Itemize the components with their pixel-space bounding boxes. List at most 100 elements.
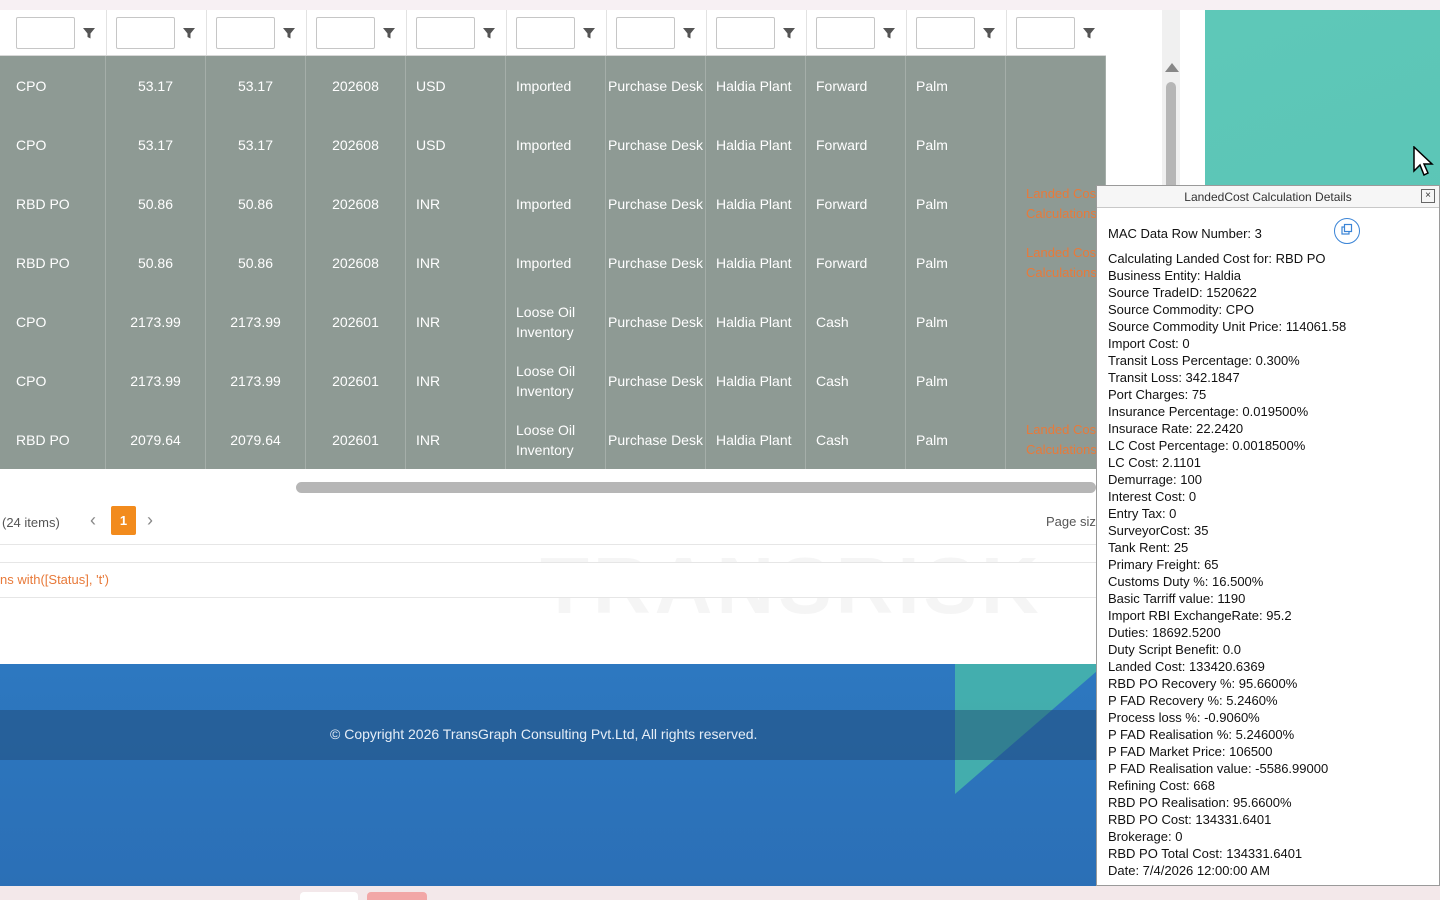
filter-expression-text[interactable]: ns with([Status], 't') [0, 572, 109, 587]
table-cell: INR [406, 292, 506, 351]
cell-text: Purchase Desk [608, 254, 703, 271]
table-row[interactable]: CPO 53.17 53.17 202608 USD Imported Purchase D… [0, 56, 1106, 115]
cell-text: 202608 [332, 195, 379, 212]
cell-text: 2079.64 [130, 431, 181, 448]
column-filter-input[interactable] [716, 17, 775, 49]
cell-text: Purchase Desk [608, 77, 703, 94]
cell-text: CPO [16, 372, 47, 389]
column-filter-input[interactable] [916, 17, 975, 49]
filter-icon[interactable] [182, 26, 196, 40]
table-row[interactable]: RBD PO 50.86 50.86 202608 INR Imported Purchas… [0, 174, 1106, 233]
column-filter-input[interactable] [616, 17, 675, 49]
table-cell: 202601 [306, 292, 406, 351]
table-cell: 50.86 [106, 233, 206, 292]
filter-icon[interactable] [982, 26, 996, 40]
popup-detail-line: Calculating Landed Cost for: RBD PO [1108, 251, 1326, 266]
horizontal-scrollbar-thumb[interactable] [296, 482, 1096, 493]
table-row[interactable]: RBD PO 2079.64 2079.64 202601 INR Loose Oil I… [0, 410, 1106, 469]
popup-detail-line: Import RBI ExchangeRate: 95.2 [1108, 608, 1292, 623]
column-filter-input[interactable] [416, 17, 475, 49]
column-filter-input[interactable] [316, 17, 375, 49]
table-cell: 202608 [306, 56, 406, 115]
popup-detail-line: Date: 7/4/2026 12:00:00 AM [1108, 863, 1270, 878]
cell-text: Haldia Plant [716, 254, 792, 271]
popup-detail-line: Duty Script Benefit: 0.0 [1108, 642, 1241, 657]
cell-text: USD [416, 136, 446, 153]
table-row[interactable]: CPO 2173.99 2173.99 202601 INR Loose Oil Inve… [0, 351, 1106, 410]
filter-expression-bar: ns with([Status], 't') [0, 562, 1100, 598]
column-filter-input[interactable] [216, 17, 275, 49]
column-filter-input[interactable] [516, 17, 575, 49]
filter-icon[interactable] [582, 26, 596, 40]
table-cell: Loose Oil Inventory [506, 410, 606, 469]
table-row[interactable]: CPO 2173.99 2173.99 202601 INR Loose Oil Inve… [0, 292, 1106, 351]
table-cell: RBD PO [0, 233, 106, 292]
filter-cell [406, 10, 507, 55]
column-filter-input[interactable] [116, 17, 175, 49]
popup-detail-line: P FAD Realisation %: 5.24600% [1108, 727, 1295, 742]
landed-cost-link[interactable]: Landed Cost Calculations [1016, 420, 1105, 460]
landed-cost-link[interactable]: Landed Cost Calculations [1016, 243, 1105, 283]
column-filter-input[interactable] [1016, 17, 1075, 49]
filter-icon[interactable] [82, 26, 96, 40]
filter-icon[interactable] [882, 26, 896, 40]
close-icon[interactable]: × [1421, 189, 1435, 203]
cell-text: INR [416, 254, 441, 271]
cell-text: Imported [516, 254, 572, 271]
column-filter-input[interactable] [16, 17, 75, 49]
popup-detail-line: Source Commodity: CPO [1108, 302, 1254, 317]
table-cell: INR [406, 174, 506, 233]
filter-row [0, 10, 1107, 56]
table-row[interactable]: RBD PO 50.86 50.86 202608 INR Imported Purchas… [0, 233, 1106, 292]
taskbar-tab[interactable] [300, 892, 358, 900]
mouse-cursor-icon [1413, 146, 1434, 177]
cell-text: Forward [816, 136, 868, 153]
filter-cell [206, 10, 307, 55]
cell-text: Imported [516, 77, 572, 94]
cell-text: Haldia Plant [716, 313, 792, 330]
page-number-button[interactable]: 1 [111, 506, 136, 535]
filter-icon[interactable] [1082, 26, 1096, 40]
cell-text: Forward [816, 254, 868, 271]
prev-page-button[interactable]: ‹ [90, 510, 96, 531]
table-cell: Haldia Plant [706, 115, 806, 174]
popup-detail-line: P FAD Realisation value: -5586.99000 [1108, 761, 1329, 776]
cell-text: Palm [916, 431, 948, 448]
cell-text: Palm [916, 136, 948, 153]
table-cell: CPO [0, 292, 106, 351]
horizontal-scrollbar[interactable] [0, 478, 1100, 498]
table-cell: Forward [806, 56, 906, 115]
table-cell: CPO [0, 351, 106, 410]
filter-icon[interactable] [782, 26, 796, 40]
cell-text: 202601 [332, 313, 379, 330]
popup-detail-line: Basic Tarriff value: 1190 [1108, 591, 1246, 606]
table-cell: 202608 [306, 115, 406, 174]
popup-detail-line: Brokerage: 0 [1108, 829, 1183, 844]
filter-icon[interactable] [682, 26, 696, 40]
landed-cost-link[interactable]: Landed Cost Calculations [1016, 184, 1105, 224]
cell-text: Imported [516, 195, 572, 212]
next-page-button[interactable]: › [147, 510, 153, 531]
cell-text: RBD PO [16, 195, 70, 212]
table-cell: Cash [806, 351, 906, 410]
cell-text: 53.17 [137, 136, 174, 153]
data-grid: CPO 53.17 53.17 202608 USD Imported Purchase D… [0, 10, 1107, 476]
vertical-scrollbar-thumb[interactable] [1166, 82, 1176, 192]
column-filter-input[interactable] [816, 17, 875, 49]
filter-icon[interactable] [482, 26, 496, 40]
cell-text: 50.86 [237, 195, 274, 212]
table-cell: RBD PO [0, 410, 106, 469]
table-cell [1006, 351, 1106, 410]
filter-icon[interactable] [382, 26, 396, 40]
taskbar-tab-active[interactable] [367, 892, 427, 900]
cell-text: Purchase Desk [608, 195, 703, 212]
table-row[interactable]: CPO 53.17 53.17 202608 USD Imported Purchase D… [0, 115, 1106, 174]
table-cell: Haldia Plant [706, 351, 806, 410]
cell-text: INR [416, 313, 441, 330]
grid-rows: CPO 53.17 53.17 202608 USD Imported Purchase D… [0, 56, 1106, 469]
filter-icon[interactable] [282, 26, 296, 40]
page-size-label: Page siz [1046, 514, 1096, 529]
scroll-up-arrow-icon[interactable] [1165, 63, 1179, 72]
popup-title[interactable]: LandedCost Calculation Details [1097, 186, 1439, 208]
table-cell: Landed Cost Calculations [1006, 410, 1106, 469]
